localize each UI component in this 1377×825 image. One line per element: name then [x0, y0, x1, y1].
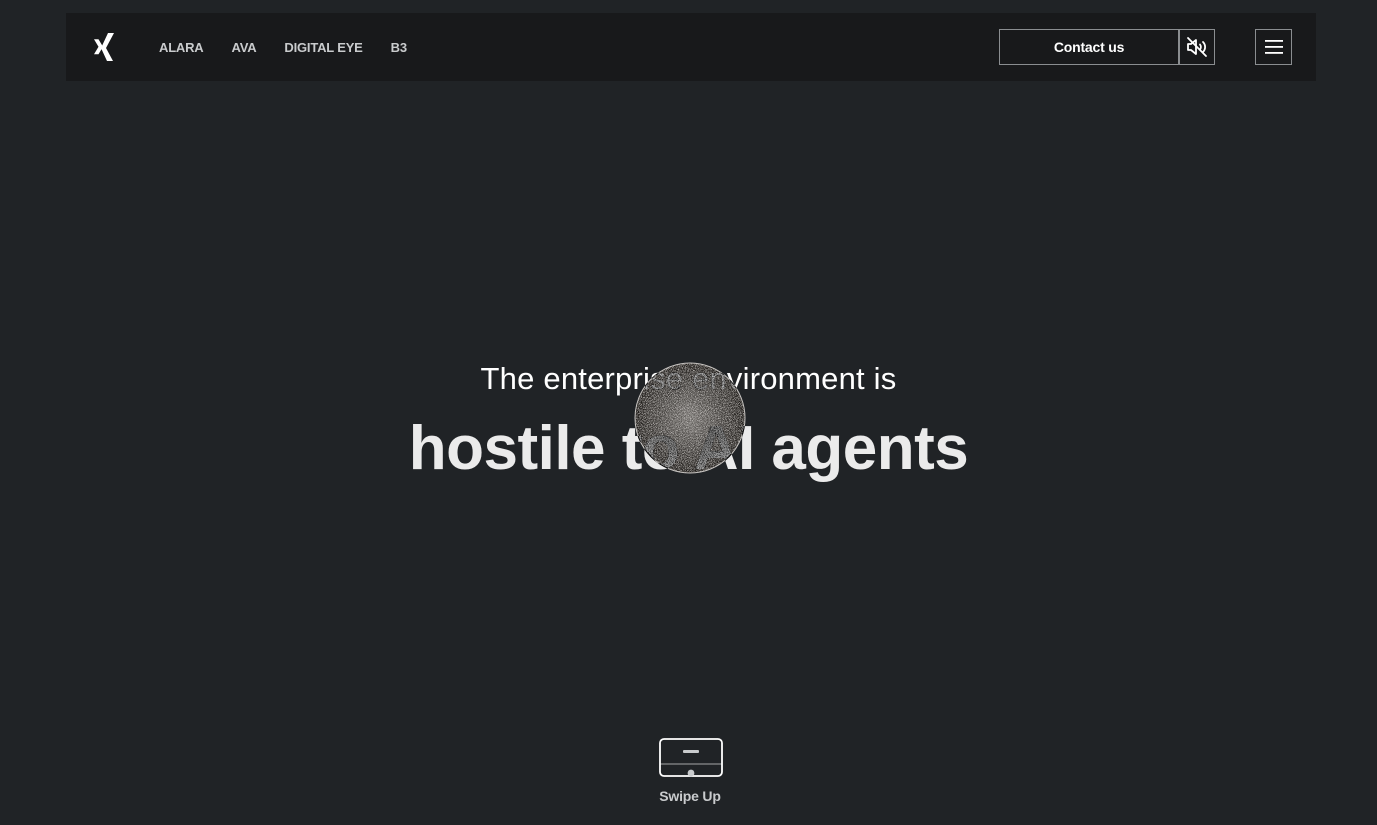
primary-nav: ALARA AVA DIGITAL EYE B3	[159, 13, 435, 81]
nav-link-digital-eye[interactable]: DIGITAL EYE	[284, 40, 362, 55]
menu-button[interactable]	[1255, 29, 1292, 65]
swipe-up-device-icon	[659, 738, 723, 777]
x-brand-logo-icon[interactable]	[92, 31, 118, 63]
swipe-up-indicator[interactable]: Swipe Up	[640, 738, 740, 808]
noise-sphere-graphic	[634, 362, 746, 474]
hero-section: The enterprise environment is hostile to…	[0, 355, 1377, 485]
swipe-up-label: Swipe Up	[659, 788, 721, 804]
hamburger-menu-icon	[1264, 40, 1283, 54]
nav-link-alara[interactable]: ALARA	[159, 40, 204, 55]
nav-link-ava[interactable]: AVA	[232, 40, 257, 55]
contact-us-button[interactable]: Contact us	[999, 29, 1179, 65]
mute-toggle-button[interactable]	[1179, 29, 1215, 65]
top-navbar: ALARA AVA DIGITAL EYE B3 Contact us	[66, 13, 1316, 81]
nav-link-b3[interactable]: B3	[391, 40, 407, 55]
speaker-muted-icon	[1187, 37, 1207, 57]
page: ALARA AVA DIGITAL EYE B3 Contact us The …	[0, 0, 1377, 825]
